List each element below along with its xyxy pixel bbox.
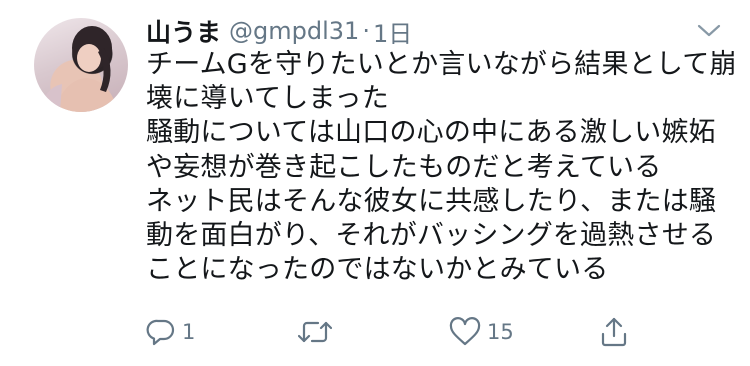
tweet-text-line: 騒動については山口の心の中にある激しい嫉妬 <box>146 117 716 149</box>
retweet-button[interactable] <box>298 312 338 352</box>
tweet: 山うま @gmpdl31 · 1日 チームGを守りたいとか言いながら結果として崩… <box>0 0 750 366</box>
reply-icon <box>146 319 175 346</box>
avatar-photo <box>40 26 118 112</box>
reply-count: 1 <box>182 320 196 344</box>
share-button[interactable] <box>600 312 628 352</box>
reply-button[interactable]: 1 <box>146 312 195 352</box>
more-options-button[interactable] <box>696 20 722 40</box>
tweet-actions: 1 15 <box>0 312 750 352</box>
retweet-icon <box>298 321 332 343</box>
tweet-text-line: ことになったのではないかとみている <box>146 254 609 286</box>
tweet-text-line: や妄想が巻き起こしたものだと考えている <box>146 151 662 183</box>
like-button[interactable]: 15 <box>449 312 514 352</box>
tweet-text-line: チームGを守りたいとか言いながら結果として崩 <box>146 49 737 80</box>
tweet-text-line: 壊に導いてしまった <box>146 83 389 115</box>
tweet-text: チームGを守りたいとか言いながら結果として崩 壊に導いてしまった 騒動については… <box>146 48 737 287</box>
tweet-timestamp[interactable]: 1日 <box>373 14 412 49</box>
tweet-text-line: ネット民はそんな彼女に共感したり、または騒 <box>146 185 717 217</box>
like-count: 15 <box>487 320 514 344</box>
display-name[interactable]: 山うま <box>146 13 221 49</box>
heart-icon <box>449 317 481 346</box>
tweet-text-line: 動を面白がり、それがバッシングを過熱させる <box>146 220 717 252</box>
user-handle[interactable]: @gmpdl31 <box>229 17 359 45</box>
tweet-header: 山うま @gmpdl31 · 1日 <box>146 14 412 48</box>
share-icon <box>601 317 627 347</box>
header-separator: · <box>362 17 370 45</box>
avatar[interactable] <box>34 18 128 112</box>
chevron-down-icon <box>697 24 721 37</box>
